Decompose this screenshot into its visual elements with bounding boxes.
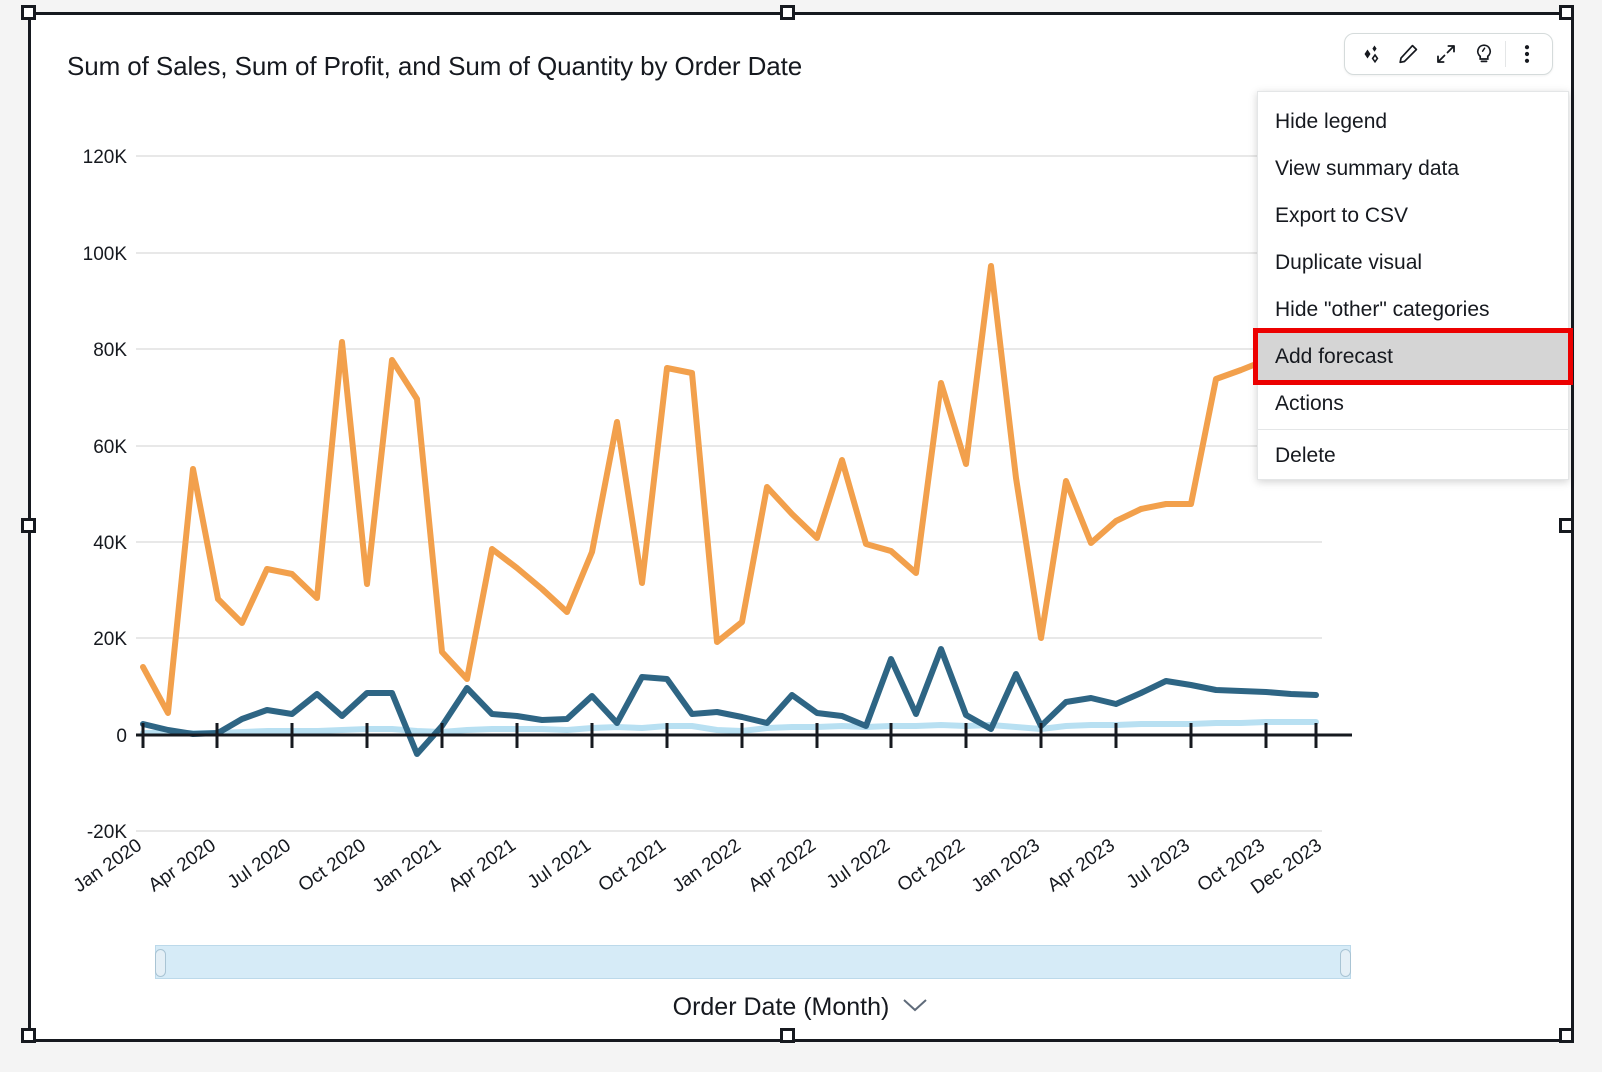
svg-text:100K: 100K [83, 244, 128, 265]
svg-text:120K: 120K [83, 147, 128, 168]
screen-root: Sum of Sales, Sum of Profit, and Sum of … [0, 0, 1602, 1072]
menu-divider [1258, 429, 1568, 430]
series-quantity-line [140, 719, 1319, 736]
svg-text:60K: 60K [93, 437, 127, 458]
kebab-menu-icon[interactable] [1508, 37, 1546, 71]
menu-item-hide-other-categories[interactable]: Hide "other" categories [1258, 286, 1568, 333]
svg-text:Apr 2021: Apr 2021 [445, 835, 520, 896]
pencil-icon[interactable] [1389, 37, 1427, 71]
resize-handle-bottom-right[interactable] [1559, 1028, 1574, 1043]
svg-text:0: 0 [116, 726, 127, 747]
visual-container[interactable]: Sum of Sales, Sum of Profit, and Sum of … [28, 12, 1574, 1042]
toolbar-divider [1505, 41, 1506, 67]
svg-text:80K: 80K [93, 340, 127, 361]
menu-item-add-forecast[interactable]: Add forecast [1253, 328, 1573, 385]
resize-handle-top-right[interactable] [1559, 5, 1574, 20]
expand-icon[interactable] [1427, 37, 1465, 71]
resize-handle-top-left[interactable] [21, 5, 36, 20]
menu-item-duplicate-visual[interactable]: Duplicate visual [1258, 239, 1568, 286]
sparkle-icon[interactable] [1351, 37, 1389, 71]
x-axis-field-label: Order Date (Month) [672, 993, 890, 1021]
svg-text:20K: 20K [93, 629, 127, 650]
svg-text:Apr 2023: Apr 2023 [1044, 835, 1119, 896]
svg-text:Oct 2021: Oct 2021 [595, 835, 670, 896]
visual-context-menu[interactable]: Hide legend View summary data Export to … [1253, 91, 1573, 480]
range-slider-left-thumb[interactable] [155, 949, 166, 977]
resize-handle-top-center[interactable] [780, 5, 795, 20]
date-range-slider[interactable] [155, 945, 1351, 979]
svg-text:Jul 2022: Jul 2022 [823, 835, 894, 893]
svg-text:Jan 2023: Jan 2023 [968, 835, 1044, 897]
menu-item-export-to-csv[interactable]: Export to CSV [1258, 192, 1568, 239]
svg-text:Apr 2022: Apr 2022 [745, 835, 820, 896]
svg-text:Apr 2020: Apr 2020 [145, 835, 220, 896]
svg-text:Jan 2021: Jan 2021 [369, 835, 445, 897]
svg-text:Jan 2022: Jan 2022 [669, 835, 745, 897]
series-profit-line [140, 646, 1319, 757]
menu-item-view-summary-data[interactable]: View summary data [1258, 145, 1568, 192]
svg-text:Jul 2023: Jul 2023 [1123, 835, 1194, 893]
svg-text:-20K: -20K [87, 822, 127, 843]
svg-text:40K: 40K [93, 533, 127, 554]
resize-handle-bottom-left[interactable] [21, 1028, 36, 1043]
svg-text:Jan 2020: Jan 2020 [70, 835, 146, 897]
resize-handle-bottom-center[interactable] [780, 1028, 795, 1043]
svg-text:Oct 2022: Oct 2022 [894, 835, 969, 896]
resize-handle-middle-left[interactable] [21, 518, 36, 533]
y-axis-labels: 120K 100K 80K 60K 40K 20K 0 -20K [83, 147, 128, 843]
svg-text:Jul 2020: Jul 2020 [224, 835, 295, 893]
svg-text:Oct 2020: Oct 2020 [295, 835, 370, 896]
menu-item-actions[interactable]: Actions [1258, 380, 1568, 427]
resize-handle-middle-right[interactable] [1559, 518, 1574, 533]
menu-item-hide-legend[interactable]: Hide legend [1258, 98, 1568, 145]
chevron-down-icon[interactable] [901, 996, 929, 1019]
x-axis-labels: Jan 2020 Apr 2020 Jul 2020 Oct 2020 Jan … [70, 835, 1326, 899]
lightbulb-icon[interactable] [1465, 37, 1503, 71]
range-slider-right-thumb[interactable] [1340, 949, 1351, 977]
svg-text:Jul 2021: Jul 2021 [524, 835, 595, 893]
x-axis-field-control[interactable]: Order Date (Month) [31, 993, 1571, 1022]
series-sales-line [140, 263, 1319, 716]
menu-item-delete[interactable]: Delete [1258, 432, 1568, 479]
visual-toolbar[interactable] [1344, 33, 1553, 75]
